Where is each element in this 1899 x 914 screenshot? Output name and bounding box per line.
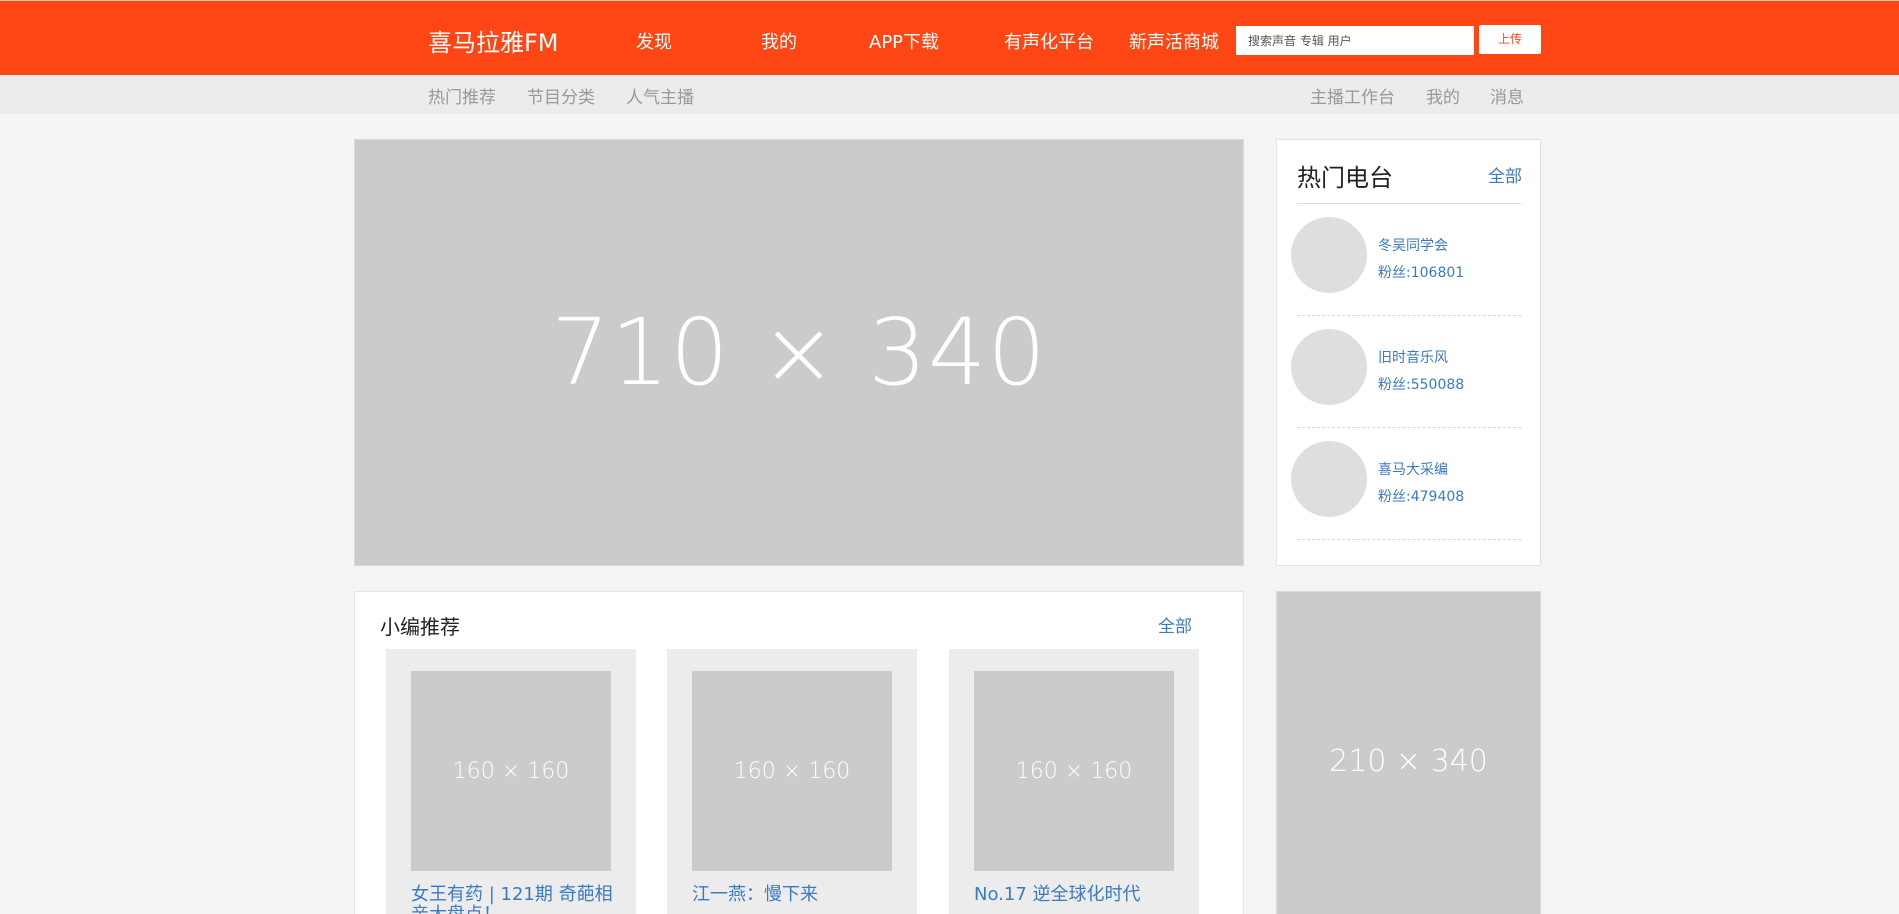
divider	[1297, 539, 1521, 540]
avatar[interactable]	[1291, 441, 1367, 517]
subnav-messages[interactable]: 消息	[1490, 83, 1524, 108]
upload-button[interactable]: 上传	[1479, 25, 1541, 54]
recommend-card[interactable]: 160 × 160 女王有药 | 121期 奇葩相亲大盘点！	[386, 649, 636, 914]
banner-size-label: 710 × 340	[551, 299, 1047, 406]
station-item[interactable]: 喜马大采编 粉丝:479408	[1277, 428, 1542, 540]
subnav-host-workbench[interactable]: 主播工作台	[1310, 83, 1395, 108]
recommend-thumbnail[interactable]: 160 × 160	[974, 671, 1174, 871]
thumbnail-size-label: 160 × 160	[1015, 758, 1133, 784]
recommend-item-title[interactable]: 江一燕：慢下来	[692, 885, 897, 905]
search-input[interactable]	[1236, 26, 1474, 55]
station-fans: 粉丝:106801	[1378, 265, 1465, 281]
station-name[interactable]: 旧时音乐风	[1378, 347, 1448, 367]
hot-radio-all-link[interactable]: 全部	[1488, 162, 1522, 187]
nav-mall[interactable]: 新声活商城	[1129, 28, 1219, 54]
subnav-categories[interactable]: 节目分类	[527, 83, 595, 108]
recommend-title: 小编推荐	[380, 615, 460, 639]
recommend-card[interactable]: 160 × 160 No.17 逆全球化时代	[949, 649, 1199, 914]
side-ad-image[interactable]: 210 × 340	[1276, 591, 1541, 914]
side-ad-size-label: 210 × 340	[1329, 743, 1488, 779]
hot-radio-title: 热门电台	[1297, 164, 1393, 192]
avatar[interactable]	[1291, 217, 1367, 293]
station-name[interactable]: 冬吴同学会	[1378, 235, 1448, 255]
recommend-item-title[interactable]: No.17 逆全球化时代	[974, 885, 1179, 905]
avatar[interactable]	[1291, 329, 1367, 405]
station-item[interactable]: 冬吴同学会 粉丝:106801	[1277, 204, 1542, 316]
station-name[interactable]: 喜马大采编	[1378, 459, 1448, 479]
top-header: 喜马拉雅FM 发现 我的 APP下载 有声化平台 新声活商城 上传	[0, 0, 1899, 75]
recommend-item-title[interactable]: 女王有药 | 121期 奇葩相亲大盘点！	[411, 885, 616, 914]
nav-app-download[interactable]: APP下载	[869, 28, 939, 54]
subnav-mine[interactable]: 我的	[1426, 83, 1460, 108]
thumbnail-size-label: 160 × 160	[452, 758, 570, 784]
sub-navigation: 热门推荐 节目分类 人气主播 主播工作台 我的 消息	[0, 75, 1899, 114]
recommend-card[interactable]: 160 × 160 江一燕：慢下来	[667, 649, 917, 914]
recommend-all-link[interactable]: 全部	[1158, 612, 1192, 637]
nav-discover[interactable]: 发现	[636, 28, 672, 54]
hot-radio-panel: 热门电台 全部 冬吴同学会 粉丝:106801 旧时音乐风 粉丝:550088 …	[1276, 139, 1541, 566]
subnav-hot-recommend[interactable]: 热门推荐	[428, 83, 496, 108]
station-fans: 粉丝:479408	[1378, 489, 1465, 505]
recommend-thumbnail[interactable]: 160 × 160	[411, 671, 611, 871]
site-logo[interactable]: 喜马拉雅FM	[428, 23, 559, 58]
banner-image[interactable]: 710 × 340	[354, 139, 1244, 566]
recommend-thumbnail[interactable]: 160 × 160	[692, 671, 892, 871]
nav-audio-platform[interactable]: 有声化平台	[1004, 28, 1094, 54]
station-fans: 粉丝:550088	[1378, 377, 1465, 393]
station-item[interactable]: 旧时音乐风 粉丝:550088	[1277, 316, 1542, 428]
editor-recommend-panel: 小编推荐 全部 160 × 160 女王有药 | 121期 奇葩相亲大盘点！ 1…	[354, 591, 1244, 914]
subnav-popular-hosts[interactable]: 人气主播	[626, 83, 694, 108]
nav-mine[interactable]: 我的	[761, 28, 797, 54]
thumbnail-size-label: 160 × 160	[733, 758, 851, 784]
